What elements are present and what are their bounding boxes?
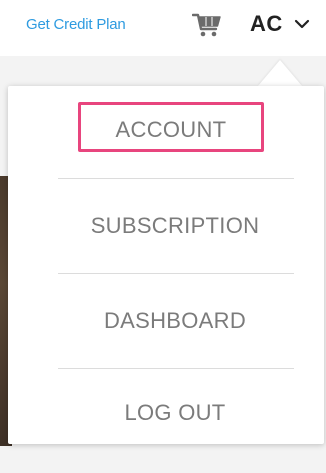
menu-divider [58,178,294,179]
menu-divider [58,273,294,274]
user-avatar-initials[interactable]: AC [250,11,283,37]
dropdown-caret [258,60,302,86]
get-credit-plan-link[interactable]: Get Credit Plan [26,16,126,33]
menu-item-log-out[interactable]: LOG OUT [68,391,282,435]
shopping-cart-icon[interactable] [191,12,222,38]
menu-item-account[interactable]: ACCOUNT [78,102,264,152]
top-navigation-bar: Get Credit Plan AC [0,0,326,56]
user-dropdown-menu: ACCOUNT SUBSCRIPTION DASHBOARD LOG OUT [8,86,324,444]
menu-item-subscription[interactable]: SUBSCRIPTION [68,204,282,248]
menu-divider [58,368,294,369]
chevron-down-icon[interactable] [294,17,310,29]
menu-item-dashboard[interactable]: DASHBOARD [68,299,282,343]
